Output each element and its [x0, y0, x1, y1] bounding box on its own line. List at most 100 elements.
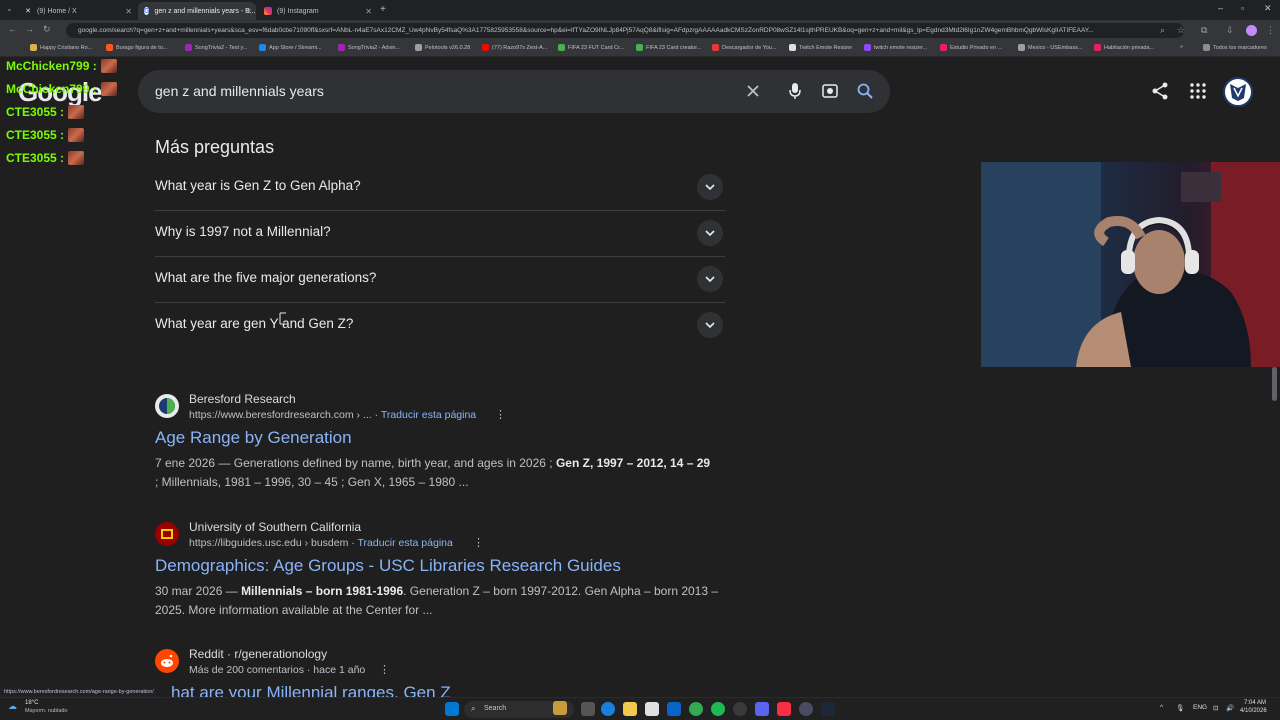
bookmark-item[interactable]: Pelotools v26.0.28 [415, 44, 470, 51]
site-icon [558, 44, 565, 51]
clear-icon[interactable] [742, 80, 764, 102]
reload-button[interactable]: ↻ [43, 24, 51, 35]
task-view-icon[interactable] [581, 702, 595, 716]
zoom-icon[interactable]: ⌕ [1160, 25, 1165, 36]
tab-x[interactable]: ✕ (9) Home / X ✕ [18, 2, 136, 20]
bookmark-item[interactable]: Happy Cristiano Ro... [30, 44, 92, 51]
google-apps-icon[interactable] [1190, 83, 1206, 104]
translate-link[interactable]: Traducir esta página [381, 409, 476, 421]
bookmark-item[interactable]: App Store / Streami... [259, 44, 322, 51]
file-explorer-icon[interactable] [623, 702, 637, 716]
music-icon[interactable] [777, 702, 791, 716]
obs-icon[interactable] [799, 702, 813, 716]
close-icon[interactable]: ✕ [365, 7, 372, 16]
forward-button[interactable]: → [25, 24, 34, 34]
result-title[interactable]: Demographics: Age Groups - USC Libraries… [155, 556, 621, 576]
weather-text[interactable]: Mayorm. nublado [25, 708, 68, 714]
site-icon [185, 44, 192, 51]
result-title[interactable]: hat are your Millennial ranges, Gen Z [171, 683, 451, 697]
discord-icon[interactable] [755, 702, 769, 716]
translate-link[interactable]: Traducir esta página [358, 537, 453, 549]
search-box[interactable]: gen z and millennials years [138, 70, 890, 113]
tray-chevron-icon[interactable]: ^ [1160, 704, 1163, 711]
volume-icon[interactable]: 🔊 [1226, 704, 1234, 712]
weather-temp[interactable]: 18°C [25, 700, 38, 706]
bookmark-item[interactable]: FIFA 23 Card creator... [636, 44, 701, 51]
bookmark-item[interactable]: SongTrivia2 - Advin... [338, 44, 400, 51]
mail-icon[interactable] [667, 702, 681, 716]
microphone-icon[interactable] [784, 80, 806, 102]
menu-icon[interactable]: ⋮ [1266, 25, 1275, 36]
back-button[interactable]: ← [8, 24, 17, 34]
windows-start-icon[interactable] [445, 702, 459, 716]
steam-icon[interactable] [821, 702, 835, 716]
webcam-overlay [981, 162, 1280, 367]
bookmark-star-icon[interactable]: ☆ [1177, 25, 1185, 36]
paa-question[interactable]: Why is 1997 not a Millennial? [155, 211, 725, 257]
new-tab-button[interactable]: + [380, 4, 386, 15]
more-options-icon[interactable]: ⋮ [473, 536, 484, 549]
address-bar[interactable]: google.com/search?q=gen+z+and+millennial… [66, 23, 1184, 38]
language-indicator[interactable]: ENG [1193, 704, 1207, 711]
spotify-icon[interactable] [711, 702, 725, 716]
search-icon[interactable] [854, 80, 876, 102]
share-icon[interactable] [1150, 81, 1170, 106]
chevron-down-icon[interactable] [697, 174, 723, 200]
weather-icon[interactable]: ☁ [8, 701, 17, 712]
tab-instagram[interactable]: (9) Instagram ✕ [258, 2, 376, 20]
paa-question[interactable]: What year are gen Y and Gen Z? [155, 303, 725, 349]
paa-question[interactable]: What are the five major generations? [155, 257, 725, 303]
site-icon [338, 44, 345, 51]
chat-username: CTE3055 : [6, 128, 65, 142]
more-bookmarks-icon[interactable]: » [1180, 44, 1183, 50]
emote-icon [68, 151, 85, 165]
app-icon[interactable] [645, 702, 659, 716]
bookmark-item[interactable]: (77) Razo97s Zest-A... [482, 44, 547, 51]
tab-search-icon[interactable]: ⌄ [6, 4, 13, 13]
clock-time[interactable]: 7:04 AM [1244, 700, 1266, 706]
scrollbar[interactable] [1272, 367, 1277, 401]
all-bookmarks[interactable]: Todos los marcadores [1203, 44, 1267, 51]
bookmark-item[interactable]: SongTrivia2 - Test y... [185, 44, 247, 51]
profile-icon[interactable] [1246, 25, 1257, 36]
paa-question-text: What year is Gen Z to Gen Alpha? [155, 178, 361, 193]
bookmark-item[interactable]: Habitación privada... [1094, 44, 1154, 51]
window-close-button[interactable]: ✕ [1264, 3, 1272, 14]
download-icon[interactable]: ⇩ [1226, 25, 1234, 36]
site-icon [1094, 44, 1101, 51]
taskbar: ☁ 18°C Mayorm. nublado ⌕ Search ^ 🎙 ENG … [0, 697, 1280, 720]
more-options-icon[interactable]: ⋮ [495, 408, 506, 421]
bookmark-item[interactable]: Estudio Privado en ... [940, 44, 1002, 51]
tab-google-search[interactable]: G gen z and millennials years - B... ✕ [138, 2, 256, 20]
maximize-button[interactable]: ▫ [1241, 3, 1244, 13]
bookmark-item[interactable]: Descargador de You... [712, 44, 776, 51]
network-icon[interactable]: ⊡ [1213, 704, 1218, 712]
search-input[interactable]: gen z and millennials years [155, 83, 324, 99]
browser-toolbar: ← → ↻ google.com/search?q=gen+z+and+mill… [0, 20, 1280, 41]
app-icon[interactable] [733, 702, 747, 716]
close-icon[interactable]: ✕ [245, 7, 252, 16]
extensions-icon[interactable]: ⧉ [1201, 25, 1207, 36]
more-options-icon[interactable]: ⋮ [379, 663, 390, 676]
bookmark-item[interactable]: FIFA 23 FUT Card Cr... [558, 44, 624, 51]
clock-date[interactable]: 4/10/2026 [1240, 708, 1267, 714]
chevron-down-icon[interactable] [697, 312, 723, 338]
result-title[interactable]: Age Range by Generation [155, 428, 352, 448]
paa-question[interactable]: What year is Gen Z to Gen Alpha? [155, 165, 725, 211]
camera-search-icon[interactable] [819, 80, 841, 102]
minimize-button[interactable]: – [1218, 3, 1223, 13]
bookmarks-bar: Happy Cristiano Ro... Burago figura de t… [0, 41, 1280, 57]
chevron-down-icon[interactable] [697, 220, 723, 246]
chevron-down-icon[interactable] [697, 266, 723, 292]
close-icon[interactable]: ✕ [125, 7, 132, 16]
bookmark-item[interactable]: Mexico - USEmbass... [1018, 44, 1082, 51]
bookmark-item[interactable]: twitch emote resizer... [864, 44, 927, 51]
chrome-icon[interactable] [689, 702, 703, 716]
result-meta: Más de 200 comentarios · hace 1 año [189, 664, 366, 676]
bookmark-item[interactable]: Burago figura de to... [106, 44, 167, 51]
edge-icon[interactable] [601, 702, 615, 716]
microphone-icon[interactable]: 🎙 [1176, 704, 1184, 712]
chat-username: McChicken799 : [6, 82, 97, 96]
avatar[interactable] [1223, 77, 1253, 107]
bookmark-item[interactable]: Twitch Emote Resizer [789, 44, 852, 51]
